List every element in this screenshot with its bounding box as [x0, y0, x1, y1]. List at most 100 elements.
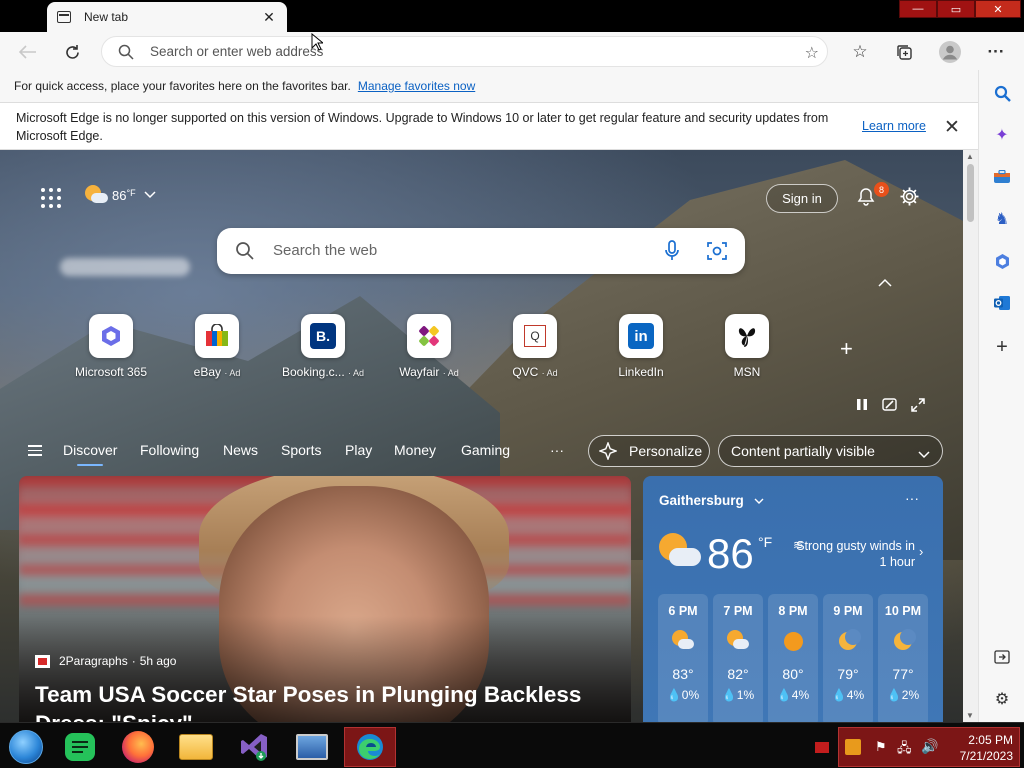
hourly-forecast-item[interactable]: 7 PM 82° 💧1%	[713, 594, 763, 726]
nav-sports[interactable]: Sports	[281, 442, 321, 458]
raindrop-icon: 💧	[886, 688, 902, 702]
hero-article-card[interactable]: 2Paragraphs · 5h ago Team USA Soccer Sta…	[19, 476, 631, 726]
notifications-bell-icon[interactable]	[856, 187, 876, 212]
quick-link-wayfair[interactable]: Wayfair · Ad	[376, 314, 482, 379]
web-search-box[interactable]: Search the web	[217, 228, 745, 274]
network-icon[interactable]: 🖧	[897, 739, 912, 761]
hourly-forecast-item[interactable]: 8 PM 80° 💧4%	[768, 594, 818, 726]
nav-money[interactable]: Money	[394, 442, 436, 458]
weather-alert[interactable]: Strong gusty winds in 1 hour	[791, 538, 915, 570]
content-visibility-label: Content partially visible	[731, 443, 875, 459]
source-logo-icon	[35, 654, 50, 668]
volume-icon[interactable]: 🔊	[921, 738, 938, 755]
hourly-forecast-item[interactable]: 6 PM 83° 💧0%	[658, 594, 708, 726]
manage-favorites-link[interactable]: Manage favorites now	[358, 79, 475, 93]
notice-close-icon[interactable]: ✕	[944, 116, 960, 139]
scrollbar-thumb[interactable]	[967, 164, 974, 222]
maximize-button[interactable]: ▭	[937, 0, 975, 18]
sidebar-settings-button[interactable]: ⚙	[991, 688, 1013, 710]
hourly-forecast-item[interactable]: 10 PM 77° 💧2%	[878, 594, 928, 726]
nav-more-icon[interactable]: ···	[550, 442, 564, 458]
taskbar-app-edge[interactable]	[344, 727, 396, 767]
taskbar-app-firefox[interactable]	[112, 727, 164, 767]
quick-link-ebay[interactable]: eBay · Ad	[164, 314, 270, 379]
web-search-icon	[236, 242, 254, 260]
sidebar-games-button[interactable]: ♞	[991, 208, 1013, 230]
page-scrollbar[interactable]: ▲ ▼	[963, 150, 978, 722]
taskbar-pdf-tray-icon[interactable]	[808, 727, 836, 767]
sign-in-button[interactable]: Sign in	[766, 184, 838, 213]
minimize-button[interactable]: —	[899, 0, 937, 18]
weather-more-icon[interactable]: ···	[905, 490, 919, 506]
tab-close-icon[interactable]: ✕	[261, 9, 277, 26]
quick-link-linkedin[interactable]: in LinkedIn	[588, 314, 694, 379]
chevron-right-icon[interactable]: ›	[919, 544, 923, 559]
quick-link-label: Microsoft 365	[74, 365, 148, 379]
nav-following[interactable]: Following	[140, 442, 199, 458]
tab-title: New tab	[84, 10, 129, 24]
apps-launcher-icon[interactable]	[41, 188, 61, 208]
collections-button[interactable]	[891, 39, 917, 65]
back-button[interactable]	[15, 39, 41, 65]
personalize-button[interactable]: Personalize	[588, 435, 710, 467]
nav-discover[interactable]: Discover	[63, 442, 117, 466]
start-button[interactable]	[0, 727, 52, 767]
learn-more-link[interactable]: Learn more	[862, 119, 926, 133]
sidebar-outlook-button[interactable]	[991, 292, 1013, 314]
weather-card[interactable]: Gaithersburg ··· 86 °F ≋ Strong gusty wi…	[643, 476, 943, 726]
close-window-button[interactable]: ✕	[975, 0, 1021, 18]
address-input[interactable]: Search or enter web address	[150, 44, 323, 59]
visual-search-icon[interactable]	[706, 240, 728, 262]
hamburger-menu-icon[interactable]	[28, 445, 42, 459]
microphone-icon[interactable]	[664, 240, 680, 262]
chevron-up-icon[interactable]	[878, 274, 892, 290]
favorites-button[interactable]: ☆	[847, 39, 873, 65]
moon-icon	[837, 629, 861, 652]
plus-icon: +	[996, 335, 1008, 358]
sidebar-copilot-button[interactable]: ✦	[991, 124, 1013, 146]
settings-more-button[interactable]: ···	[983, 39, 1009, 65]
web-search-input[interactable]: Search the web	[273, 242, 377, 259]
sidebar-gear-icon: ⚙	[994, 691, 1010, 708]
sun-icon	[782, 630, 804, 652]
add-favorite-icon[interactable]: ☆	[805, 43, 819, 63]
quick-link-microsoft-365[interactable]: Microsoft 365	[58, 314, 164, 379]
pause-icon[interactable]	[856, 398, 868, 417]
weather-location[interactable]: Gaithersburg	[659, 493, 764, 508]
tab-new-tab[interactable]: New tab ✕	[47, 2, 287, 32]
expand-icon[interactable]	[911, 398, 925, 417]
nav-play[interactable]: Play	[345, 442, 372, 458]
tray-app-icon[interactable]	[845, 739, 861, 755]
taskbar-clock[interactable]: 2:05 PM 7/21/2023	[960, 732, 1013, 764]
taskbar-app-visual-studio[interactable]	[228, 727, 280, 767]
sidebar-add-button[interactable]: +	[991, 336, 1013, 358]
quick-link-qvc[interactable]: Q QVC · Ad	[482, 314, 588, 379]
article-headline[interactable]: Team USA Soccer Star Poses in Plunging B…	[35, 680, 625, 726]
taskbar-app-file-explorer[interactable]	[170, 727, 222, 767]
sidebar-office-button[interactable]	[991, 250, 1013, 272]
refresh-button[interactable]	[59, 39, 85, 65]
sidebar-tools-button[interactable]	[991, 166, 1013, 188]
hourly-forecast-item[interactable]: 9 PM 79° 💧4%	[823, 594, 873, 726]
quick-link-booking[interactable]: B. Booking.c... · Ad	[270, 314, 376, 379]
nav-gaming[interactable]: Gaming	[461, 442, 510, 458]
profile-button[interactable]	[937, 39, 963, 65]
address-bar[interactable]: Search or enter web address ☆	[101, 36, 828, 67]
sidebar-search-button[interactable]	[991, 82, 1013, 104]
taskbar-app-remote-desktop[interactable]	[286, 727, 338, 767]
action-center-flag-icon[interactable]: ⚑	[875, 739, 887, 755]
taskbar-app-messaging[interactable]	[54, 727, 106, 767]
article-source-name: 2Paragraphs	[59, 654, 128, 668]
page-settings-gear-icon[interactable]	[899, 186, 920, 212]
sparkle-icon: ✦	[995, 127, 1009, 144]
browser-toolbar: Search or enter web address ☆ ☆ ···	[0, 32, 1024, 70]
add-quick-link-icon[interactable]: +	[840, 336, 853, 362]
nav-news[interactable]: News	[223, 442, 258, 458]
sidebar-hide-button[interactable]	[991, 646, 1013, 668]
quick-link-msn[interactable]: MSN	[694, 314, 800, 379]
weather-widget-mini[interactable]: 86 °F	[85, 185, 156, 205]
scroll-up-arrow-icon[interactable]: ▲	[966, 152, 974, 161]
customize-background-icon[interactable]	[882, 398, 897, 417]
content-visibility-dropdown[interactable]: Content partially visible	[718, 435, 943, 467]
scroll-down-arrow-icon[interactable]: ▼	[966, 711, 974, 720]
